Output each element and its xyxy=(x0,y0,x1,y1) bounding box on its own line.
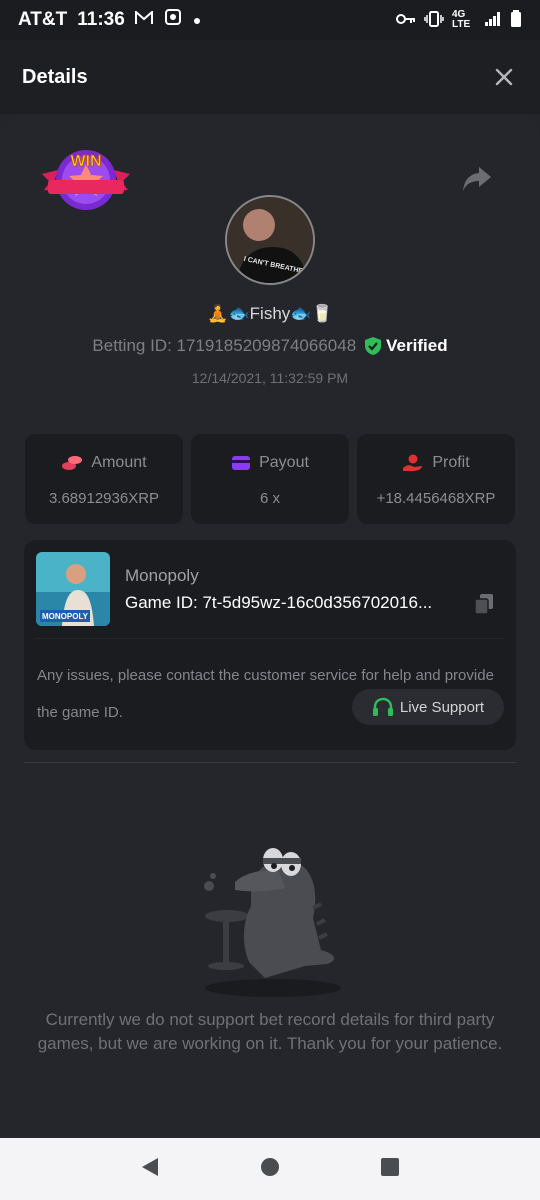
betting-id-row: Betting ID: 1719185209874066048 Verified xyxy=(0,336,540,356)
wallet-icon xyxy=(232,456,251,470)
win-badge-icon: WIN xyxy=(42,150,130,210)
live-support-button[interactable]: Live Support xyxy=(352,689,504,725)
shield-check-icon xyxy=(365,337,382,355)
recents-button[interactable] xyxy=(380,1157,400,1182)
signal-icon xyxy=(484,11,502,30)
share-icon xyxy=(463,167,491,191)
page-title: Details xyxy=(22,65,88,88)
key-icon xyxy=(396,12,416,28)
payout-card: Payout 6 x xyxy=(191,434,349,524)
status-bar: AT&T 11:36 4G LTE xyxy=(0,0,540,40)
details-header: Details xyxy=(0,40,540,114)
stat-value: 6 x xyxy=(259,490,280,507)
back-button[interactable] xyxy=(140,1156,160,1183)
app-notification-icon xyxy=(163,7,183,33)
divider xyxy=(24,762,516,763)
verified-badge: Verified xyxy=(364,336,448,356)
hand-coin-icon xyxy=(403,454,423,471)
avatar: I CAN'T BREATHE xyxy=(225,195,315,285)
vibrate-icon xyxy=(424,10,444,30)
notification-dot-icon xyxy=(193,9,201,31)
carrier-label: AT&T xyxy=(18,9,68,30)
game-id: Game ID: 7t-5d95wz-16c0d356702016... xyxy=(125,593,433,612)
stat-label: Amount xyxy=(91,454,147,471)
close-button[interactable] xyxy=(490,63,518,91)
system-nav-bar xyxy=(0,1138,540,1200)
coins-icon xyxy=(62,456,83,470)
username: 🧘🐟Fishy🐟🥛 xyxy=(207,304,333,323)
stat-label: Profit xyxy=(432,454,470,471)
game-thumbnail[interactable]: MONOPOLY xyxy=(36,552,110,626)
divider xyxy=(36,638,504,639)
recents-icon xyxy=(381,1157,400,1176)
gmail-icon xyxy=(134,9,153,31)
crocodile-mascot-icon xyxy=(204,848,341,997)
verified-label: Verified xyxy=(386,336,448,355)
share-button[interactable] xyxy=(460,164,494,194)
game-name: Monopoly xyxy=(125,566,199,585)
stat-value: 3.68912936XRP xyxy=(48,490,160,507)
copy-icon xyxy=(474,594,493,615)
clock: 11:36 xyxy=(77,9,125,30)
stat-label: Payout xyxy=(259,454,309,471)
copy-button[interactable] xyxy=(472,592,496,616)
live-support-label: Live Support xyxy=(399,698,485,716)
empty-state-message: Currently we do not support bet record d… xyxy=(37,1010,503,1053)
close-icon xyxy=(495,68,513,86)
profit-card: Profit +18.4456468XRP xyxy=(357,434,515,524)
game-card: MONOPOLY Monopoly Game ID: 7t-5d95wz-16c… xyxy=(24,540,516,750)
headset-icon xyxy=(372,697,393,716)
game-thumb-text: MONOPOLY xyxy=(42,612,89,621)
home-icon xyxy=(260,1157,279,1176)
betting-id: Betting ID: 1719185209874066048 xyxy=(92,336,357,355)
stat-value: +18.4456468XRP xyxy=(376,490,496,507)
bet-date: 12/14/2021, 11:32:59 PM xyxy=(191,370,349,386)
battery-icon xyxy=(510,9,522,31)
win-badge-text: WIN xyxy=(70,153,101,170)
home-button[interactable] xyxy=(259,1156,281,1183)
back-icon xyxy=(141,1157,158,1176)
network-type: 4G LTE xyxy=(452,9,471,30)
amount-card: Amount 3.68912936XRP xyxy=(25,434,183,524)
